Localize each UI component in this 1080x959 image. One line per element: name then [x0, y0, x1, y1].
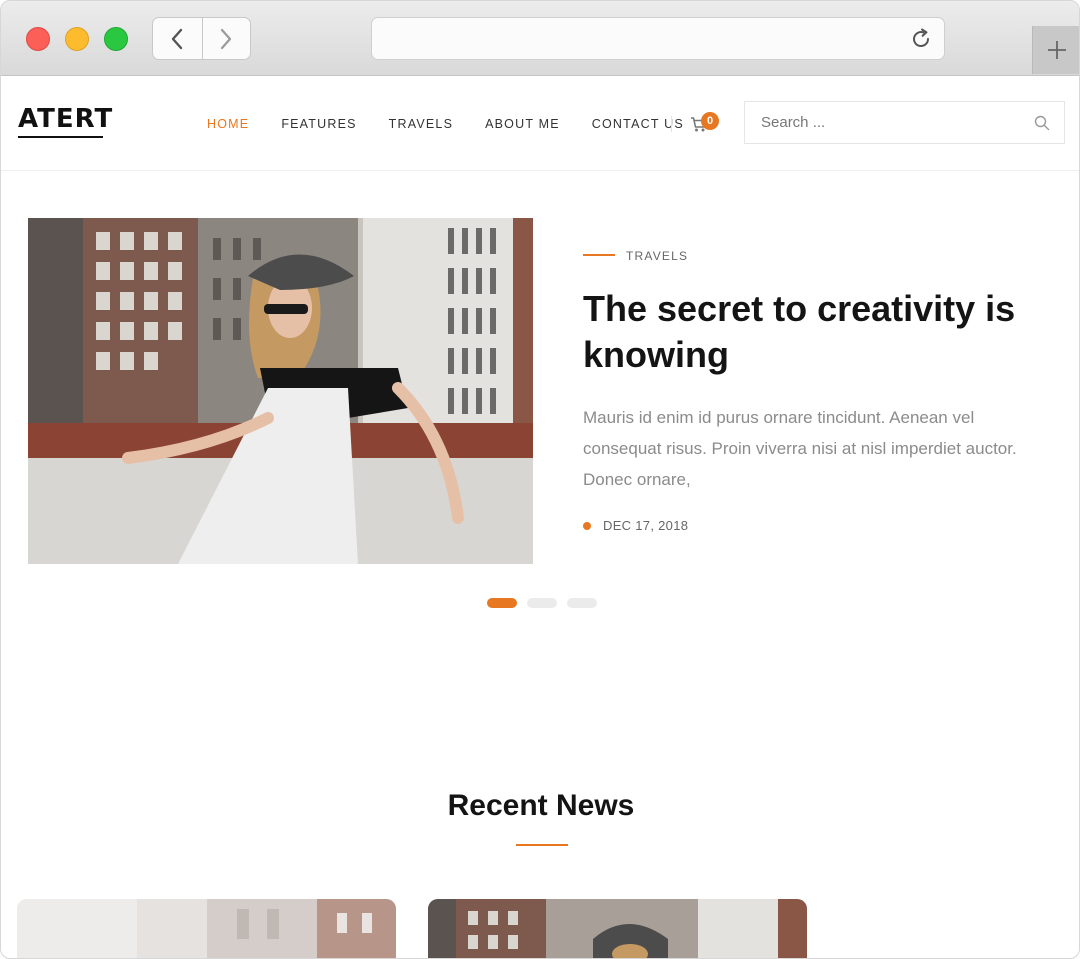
slider-dot-1[interactable] [487, 598, 517, 608]
news-card-image[interactable] [428, 899, 807, 958]
news-card-image[interactable] [17, 899, 396, 958]
slider-dot-2[interactable] [527, 598, 557, 608]
slider-dot-3[interactable] [567, 598, 597, 608]
news-photo [17, 899, 396, 958]
search-box [744, 101, 1065, 144]
cart-count-badge: 0 [701, 112, 719, 130]
menu-item-travels[interactable]: TRAVELS [389, 116, 453, 132]
category-accent-line [583, 254, 615, 256]
recent-news-heading: Recent News [447, 789, 635, 822]
browser-window: ATERT HOME FEATURES TRAVELS ABOUT ME CON… [0, 0, 1080, 959]
search-icon[interactable] [1034, 115, 1050, 131]
minimize-window-button[interactable] [65, 27, 89, 51]
history-nav [152, 17, 251, 60]
maximize-window-button[interactable] [104, 27, 128, 51]
plus-icon [1048, 41, 1066, 59]
forward-button[interactable] [201, 18, 251, 59]
menu-divider [671, 116, 672, 132]
news-photo [428, 899, 807, 958]
logo-underline [18, 136, 103, 138]
hero-category-link[interactable]: TRAVELS [626, 248, 688, 264]
hero-date: DEC 17, 2018 [603, 518, 689, 533]
browser-toolbar [1, 1, 1079, 76]
recent-news-underline [516, 844, 568, 846]
menu-item-about-me[interactable]: ABOUT ME [485, 116, 560, 132]
close-window-button[interactable] [26, 27, 50, 51]
site-logo[interactable]: ATERT [18, 104, 113, 134]
date-bullet [583, 522, 591, 530]
site-header: ATERT HOME FEATURES TRAVELS ABOUT ME CON… [1, 77, 1079, 171]
chevron-right-icon [221, 28, 232, 49]
hero-title[interactable]: The secret to creativity is knowing [583, 286, 1033, 378]
back-button[interactable] [153, 18, 202, 59]
hero-featured-image[interactable] [28, 218, 533, 564]
menu-item-home[interactable]: HOME [207, 116, 249, 132]
menu-item-features[interactable]: FEATURES [281, 116, 356, 132]
new-tab-button[interactable] [1032, 26, 1079, 74]
main-menu: HOME FEATURES TRAVELS ABOUT ME CONTACT U… [207, 116, 716, 132]
address-bar[interactable] [371, 17, 945, 60]
hero-photo [28, 218, 533, 564]
hero-excerpt: Mauris id enim id purus ornare tincidunt… [583, 408, 1017, 489]
slider-pagination [487, 598, 607, 608]
search-input[interactable] [745, 102, 1064, 143]
reload-icon[interactable] [909, 27, 933, 51]
chevron-left-icon [172, 28, 183, 49]
